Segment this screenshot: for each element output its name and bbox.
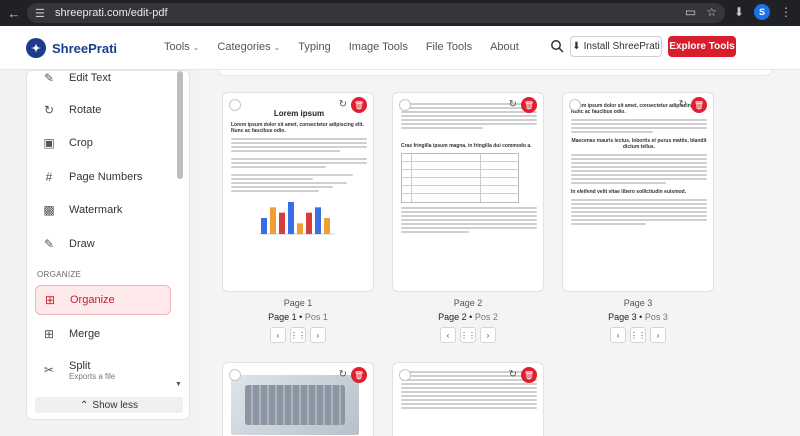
move-left-button[interactable]: ‹	[270, 327, 286, 343]
merge-icon: ⊞	[43, 327, 55, 341]
install-app-icon[interactable]: ▭	[685, 5, 696, 19]
move-right-button[interactable]: ›	[480, 327, 496, 343]
logo-text: ShreePrati	[52, 40, 118, 56]
site-header: ✦ ShreePrati Tools ⌄ Categories ⌄ Typing I…	[0, 26, 800, 70]
profile-avatar[interactable]: S	[754, 4, 770, 20]
page-select-checkbox[interactable]	[229, 369, 241, 381]
explore-tools-button[interactable]: Explore Tools	[668, 36, 736, 57]
edit-text-icon: ✎	[43, 71, 55, 85]
delete-page-icon[interactable]: 🗑	[521, 97, 537, 113]
page-thumbnail: Lorem ipsum dolor sit amet, consectetur …	[571, 103, 707, 227]
delete-page-icon[interactable]: 🗑	[351, 367, 367, 383]
chart-bar	[261, 218, 267, 234]
page-grid: Lorem ipsum Lorem ipsum dolor sit amet, …	[200, 70, 800, 436]
delete-page-icon[interactable]: 🗑	[521, 367, 537, 383]
page-thumbnail: Cras fringilla ipsum magna, in fringilla…	[401, 103, 537, 235]
page-card-5[interactable]: ↻ 🗑	[392, 362, 544, 436]
page-select-checkbox[interactable]	[399, 99, 411, 111]
drag-handle-icon[interactable]: ⋮⋮	[460, 327, 476, 343]
main-nav: Tools ⌄ Categories ⌄ Typing Image Tools Fi…	[164, 41, 537, 53]
rotate-page-icon[interactable]: ↻	[679, 99, 687, 110]
chevron-up-icon: ⌃	[80, 399, 89, 411]
page-select-checkbox[interactable]	[399, 369, 411, 381]
browser-chrome: ← ☰ shreeprati.com/edit-pdf ▭ ☆ ⬇ S ⋮	[0, 0, 800, 26]
sidebar-item-split[interactable]: ✂ Split Exports a file	[35, 354, 171, 386]
organize-icon: ⊞	[44, 293, 56, 307]
address-bar[interactable]: ☰ shreeprati.com/edit-pdf ▭ ☆	[27, 3, 725, 23]
crop-icon: ▣	[43, 136, 55, 150]
chart-bar	[297, 223, 303, 234]
delete-page-icon[interactable]: 🗑	[691, 97, 707, 113]
page-thumbnail: Lorem ipsum Lorem ipsum dolor sit amet, …	[231, 109, 367, 243]
nav-tools[interactable]: Tools ⌄	[164, 41, 199, 53]
drag-handle-icon[interactable]: ⋮⋮	[290, 327, 306, 343]
rotate-page-icon[interactable]: ↻	[339, 99, 347, 110]
nav-image-tools[interactable]: Image Tools	[349, 41, 408, 53]
drag-handle-icon[interactable]: ⋮⋮	[630, 327, 646, 343]
nav-categories[interactable]: Categories ⌄	[217, 41, 280, 53]
toolbar-strip	[218, 70, 772, 76]
stamp-icon: ▩	[43, 203, 55, 217]
page-card-2[interactable]: Cras fringilla ipsum magna, in fringilla…	[392, 92, 544, 292]
sidebar-item-page-numbers[interactable]: # Page Numbers	[35, 162, 171, 192]
page-select-checkbox[interactable]	[569, 99, 581, 111]
show-less-button[interactable]: ⌃ Show less	[35, 397, 183, 413]
chart-thumbnail	[259, 202, 335, 235]
hash-icon: #	[45, 170, 53, 184]
page-card-3-meta: Page 3 Page 3 • Pos 3 ‹ ⋮⋮ ›	[562, 298, 714, 343]
move-left-button[interactable]: ‹	[440, 327, 456, 343]
url-text: shreeprati.com/edit-pdf	[55, 7, 168, 19]
rotate-page-icon[interactable]: ↻	[509, 99, 517, 110]
logo-mark-icon: ✦	[26, 38, 46, 58]
nav-about[interactable]: About	[490, 41, 519, 53]
page-card-1-meta: Page 1 Page 1 • Pos 1 ‹ ⋮⋮ ›	[222, 298, 374, 343]
page-select-checkbox[interactable]	[229, 99, 241, 111]
page-card-1[interactable]: Lorem ipsum Lorem ipsum dolor sit amet, …	[222, 92, 374, 292]
sidebar-item-watermark[interactable]: ▩ Watermark	[35, 195, 171, 225]
sidebar-item-merge[interactable]: ⊞ Merge	[35, 319, 171, 349]
table-thumbnail	[401, 153, 519, 203]
sidebar-scrollbar[interactable]	[177, 71, 183, 179]
search-icon[interactable]	[550, 39, 564, 53]
bookmark-star-icon[interactable]: ☆	[706, 5, 717, 19]
sidebar-item-draw[interactable]: ✎ Draw	[35, 229, 171, 259]
scissors-icon: ✂	[43, 363, 55, 377]
sidebar-item-crop[interactable]: ▣ Crop	[35, 128, 171, 158]
scroll-down-arrow-icon[interactable]: ▼	[175, 381, 182, 388]
logo[interactable]: ✦ ShreePrati	[26, 38, 117, 58]
back-icon[interactable]: ←	[3, 6, 25, 21]
move-right-button[interactable]: ›	[310, 327, 326, 343]
rotate-icon: ↻	[43, 103, 55, 117]
menu-dots-icon[interactable]: ⋮	[780, 5, 792, 19]
delete-page-icon[interactable]: 🗑	[351, 97, 367, 113]
install-button[interactable]: ⬇ Install ShreePrati	[570, 36, 662, 57]
rotate-page-icon[interactable]: ↻	[509, 369, 517, 380]
page-card-4[interactable]: ↻ 🗑	[222, 362, 374, 436]
page-card-2-meta: Page 2 Page 2 • Pos 2 ‹ ⋮⋮ ›	[392, 298, 544, 343]
sidebar-item-organize[interactable]: ⊞ Organize	[35, 285, 171, 315]
chevron-down-icon: ⌄	[273, 42, 281, 52]
move-right-button[interactable]: ›	[650, 327, 666, 343]
download-icon[interactable]: ⬇	[734, 5, 744, 19]
chart-bar	[324, 218, 330, 234]
chart-bar	[306, 212, 312, 234]
rotate-page-icon[interactable]: ↻	[339, 369, 347, 380]
sidebar-item-edit-text[interactable]: ✎ Edit Text	[35, 71, 171, 93]
chart-bar	[270, 207, 276, 234]
tools-sidebar: ✎ Edit Text ↻ Rotate ▣ Crop # Page Numbers ▩…	[26, 70, 190, 420]
sidebar-item-rotate[interactable]: ↻ Rotate	[35, 95, 171, 125]
chart-bar	[288, 202, 294, 234]
section-label-organize: ORGANIZE	[37, 270, 82, 279]
nav-typing[interactable]: Typing	[298, 41, 330, 53]
chart-bar	[315, 207, 321, 234]
site-settings-icon[interactable]: ☰	[35, 7, 51, 20]
nav-file-tools[interactable]: File Tools	[426, 41, 472, 53]
download-icon: ⬇	[572, 41, 581, 52]
draw-icon: ✎	[43, 237, 55, 251]
move-left-button[interactable]: ‹	[610, 327, 626, 343]
chart-bar	[279, 212, 285, 234]
chevron-down-icon: ⌄	[192, 42, 200, 52]
page-thumbnail-photo	[231, 375, 359, 435]
page-card-3[interactable]: Lorem ipsum dolor sit amet, consectetur …	[562, 92, 714, 292]
